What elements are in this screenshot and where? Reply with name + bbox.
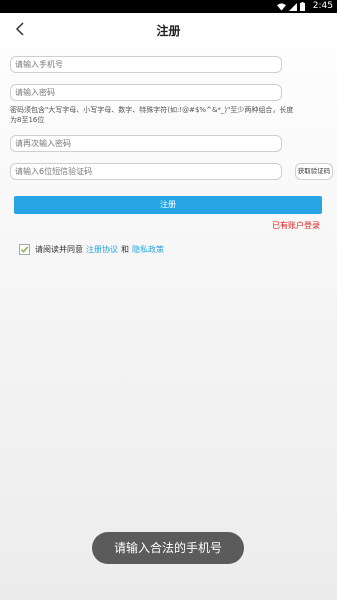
toast-message: 请输入合法的手机号: [92, 532, 244, 564]
privacy-link[interactable]: 隐私政策: [132, 244, 164, 255]
signal-icon: [289, 2, 297, 11]
wifi-icon: [277, 2, 286, 11]
agreement-checkbox[interactable]: [19, 244, 30, 255]
login-link[interactable]: 已有账户登录: [262, 220, 320, 231]
agreement-row: 请阅读并同意 注册协议 和 隐私政策: [19, 244, 167, 255]
status-icons: [277, 2, 305, 11]
phone-input[interactable]: [10, 56, 282, 73]
agreement-prefix: 请阅读并同意: [35, 245, 83, 254]
get-code-button[interactable]: 获取验证码: [295, 163, 333, 180]
checkmark-icon: [20, 246, 29, 253]
terms-link[interactable]: 注册协议: [86, 244, 118, 255]
status-bar: 2:45: [0, 0, 337, 13]
sms-code-input[interactable]: [10, 163, 282, 180]
password-confirm-input[interactable]: [10, 135, 282, 152]
battery-icon: [300, 2, 305, 11]
password-hint: 密码须包含"大写字母、小写字母、数字、特殊字符(如:!@#$%^&*_)"至少两…: [10, 106, 294, 124]
password-input[interactable]: [10, 84, 282, 101]
page-title: 注册: [156, 24, 181, 38]
app-bar: 注册: [0, 13, 337, 47]
agreement-and: 和: [121, 245, 129, 254]
status-time: 2:45: [312, 1, 333, 11]
register-button[interactable]: 注册: [14, 196, 322, 214]
